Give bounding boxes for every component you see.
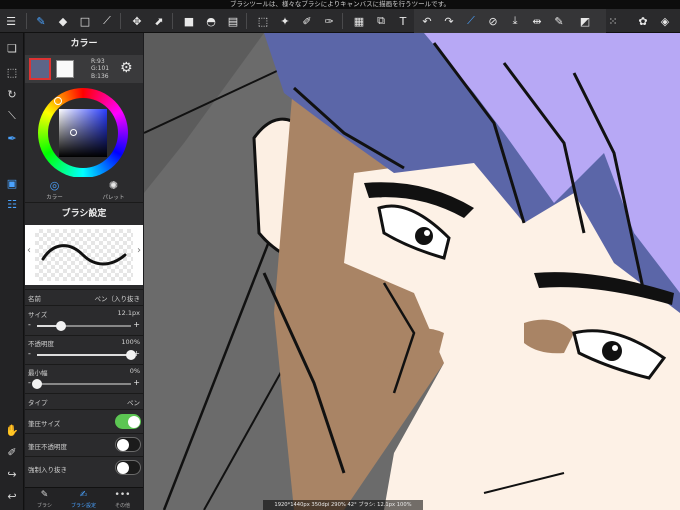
minus-icon[interactable]: -: [28, 378, 31, 387]
opacity-slider[interactable]: - +: [25, 349, 143, 361]
side-panel: カラー R:93 G:101 B:136 ⚙ ◎ カラー ✺ パレット ブラシ設…: [25, 33, 143, 510]
palette-icon: ✺: [108, 179, 119, 192]
brush-panel-icon[interactable]: ☷: [3, 195, 21, 213]
transform-tool-icon[interactable]: ⬈: [150, 12, 168, 30]
select-eraser-icon[interactable]: ✑: [320, 12, 338, 30]
rotate-icon[interactable]: ↻: [3, 85, 21, 103]
chevron-left-icon[interactable]: ‹: [27, 245, 31, 256]
plus-icon[interactable]: +: [133, 349, 140, 358]
plus-icon[interactable]: +: [133, 378, 140, 387]
frame-divider-icon[interactable]: ▦: [350, 12, 368, 30]
pressure-size-row: 筆圧サイズ: [25, 412, 143, 432]
chevron-right-icon[interactable]: ›: [137, 245, 141, 256]
layers-panel-icon[interactable]: ❏: [3, 39, 21, 57]
eraser-tool-icon[interactable]: ◆: [54, 12, 72, 30]
tab-other[interactable]: ••• その他: [103, 490, 142, 509]
pen-settings-icon[interactable]: ✒: [3, 129, 21, 147]
saturation-value-square[interactable]: [59, 109, 107, 157]
select-pen-icon[interactable]: ✐: [298, 12, 316, 30]
color-swatch-row: R:93 G:101 B:136 ⚙: [25, 55, 143, 83]
ruler-icon[interactable]: ⟍: [3, 107, 21, 125]
tab-brush-settings[interactable]: ✍ ブラシ設定: [64, 490, 103, 509]
main-color-swatch[interactable]: [29, 58, 51, 80]
eyedropper-rail-icon[interactable]: ✐: [3, 443, 21, 461]
redo-icon[interactable]: ↷: [440, 12, 458, 30]
sv-picker-knob[interactable]: [70, 129, 77, 136]
undo-icon[interactable]: ↶: [418, 12, 436, 30]
tab-palette[interactable]: ✺ パレット: [84, 179, 143, 201]
canvas-status-bar: 1920*1440px 350dpi 290% 42° ブラシ: 12.1px …: [263, 500, 423, 510]
flip-icon[interactable]: ⇹: [528, 12, 546, 30]
min-width-slider-knob[interactable]: [32, 379, 42, 389]
tab-color[interactable]: ◎ カラー: [25, 179, 84, 201]
materials-icon[interactable]: ✿: [634, 12, 652, 30]
hue-wheel[interactable]: [38, 88, 128, 178]
force-taper-toggle[interactable]: [115, 460, 141, 475]
brush-settings-title: ブラシ設定: [61, 209, 107, 219]
move-tool-icon[interactable]: ✥: [128, 12, 146, 30]
more-icon: •••: [114, 490, 131, 500]
stroke-sample: [41, 244, 127, 266]
hand-tool-icon[interactable]: ✋: [3, 421, 21, 439]
menu-icon[interactable]: ☰: [2, 12, 20, 30]
pressure-opacity-toggle[interactable]: [115, 437, 141, 452]
pressure-opacity-row: 筆圧不透明度: [25, 435, 143, 455]
brush-stroke-preview: ‹ ›: [25, 225, 143, 285]
save-icon[interactable]: ⤓: [506, 12, 524, 30]
redo-rail-icon[interactable]: ↪: [3, 465, 21, 483]
quick-actions-group: ↶ ↷ ⟋ ⊘ ⤓ ⇹ ✎ ◩: [414, 9, 606, 33]
gear-icon[interactable]: ⚙: [120, 60, 133, 76]
color-circle-icon: ◎: [49, 179, 60, 192]
force-taper-row: 強制入り抜き: [25, 458, 143, 478]
rectangle-tool-icon[interactable]: □: [76, 12, 94, 30]
minus-icon[interactable]: -: [28, 320, 31, 329]
layers-icon[interactable]: ◈: [656, 12, 674, 30]
text-tool-icon[interactable]: T: [394, 12, 412, 30]
size-slider[interactable]: - +: [25, 320, 143, 332]
snap-icon[interactable]: ⟋: [462, 12, 480, 30]
panel-tool-icon[interactable]: ⧉: [372, 12, 390, 30]
color-panel-icon[interactable]: ▣: [3, 174, 21, 192]
size-slider-knob[interactable]: [55, 321, 66, 331]
undo-rail-icon[interactable]: ↩: [3, 487, 21, 505]
artwork: [144, 33, 680, 510]
eyedropper-icon[interactable]: ⊘: [484, 12, 502, 30]
tool-hint-bar: ブラシツールは、様々なブラシによりキャンバスに描画を行うツールです。: [0, 0, 680, 9]
minus-icon[interactable]: -: [28, 349, 31, 358]
left-rail: ❏ ⬚ ↻ ⟍ ✒ ▣ ☷ ✋ ✐ ↪ ↩: [0, 33, 24, 510]
panel-bottom-tabs: ✎ ブラシ ✍ ブラシ設定 ••• その他: [25, 487, 143, 510]
sub-color-swatch[interactable]: [56, 60, 74, 78]
tab-brush[interactable]: ✎ ブラシ: [25, 490, 64, 509]
edit-icon[interactable]: ✎: [550, 12, 568, 30]
hue-picker-knob[interactable]: [54, 97, 62, 105]
fill-color-icon[interactable]: ■: [180, 12, 198, 30]
color-tabs: ◎ カラー ✺ パレット: [25, 177, 143, 203]
magic-wand-icon[interactable]: ✦: [276, 12, 294, 30]
brush-settings-icon: ✍: [79, 490, 88, 500]
rgb-readout: R:93 G:101 B:136: [91, 58, 110, 80]
plus-icon[interactable]: +: [133, 320, 140, 329]
gradient-tool-icon[interactable]: ▤: [224, 12, 242, 30]
color-wheel-area: [25, 83, 143, 178]
brush-tool-icon[interactable]: ✎: [32, 12, 50, 30]
select-panel-icon[interactable]: ⬚: [3, 63, 21, 81]
top-toolbar: ☰ ✎ ◆ □ ⟋ ✥ ⬈ ■ ◓ ▤ ⬚ ✦ ✐ ✑ ▦ ⧉ T ↶ ↷ ⟋ …: [0, 9, 680, 33]
drawing-canvas[interactable]: [144, 33, 680, 510]
pressure-size-toggle[interactable]: [115, 414, 141, 429]
select-tool-icon[interactable]: ⬚: [254, 12, 272, 30]
brush-icon: ✎: [40, 490, 49, 500]
bucket-tool-icon[interactable]: ◓: [202, 12, 220, 30]
correction-tool-icon[interactable]: ⟋: [98, 12, 116, 30]
min-width-slider[interactable]: - +: [25, 378, 143, 390]
color-panel-title: カラー: [70, 39, 98, 49]
brush-shortcut-icon[interactable]: ◩: [576, 12, 594, 30]
grid-dots-icon[interactable]: ⁙: [604, 12, 622, 30]
